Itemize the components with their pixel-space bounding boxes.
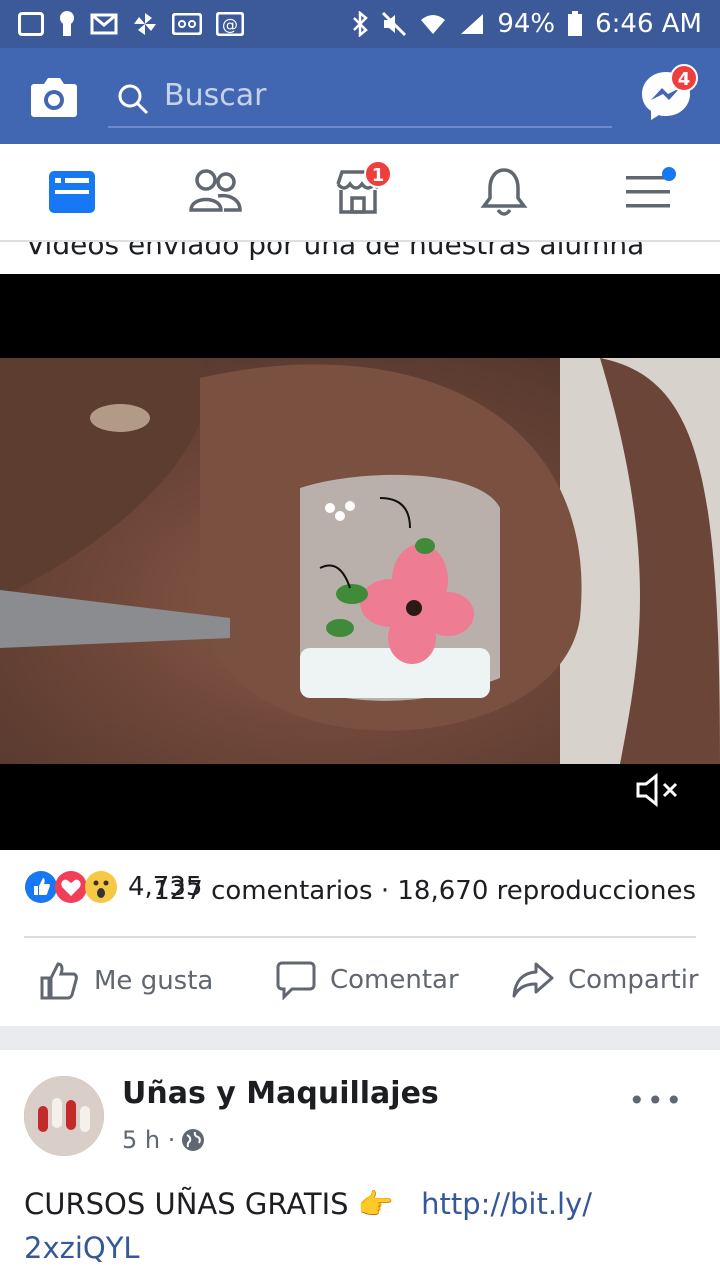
- comment-label: Comentar: [330, 965, 459, 995]
- camera-icon[interactable]: [30, 74, 78, 118]
- bell-icon: [480, 168, 528, 216]
- signal-icon: [461, 14, 484, 34]
- avatar-image: [24, 1076, 104, 1156]
- svg-text:@: @: [222, 15, 238, 34]
- keyhole-icon: [60, 11, 74, 36]
- pinwheel-icon: [134, 13, 156, 35]
- tab-news-feed[interactable]: [46, 166, 106, 218]
- search-input[interactable]: Buscar: [108, 74, 612, 128]
- post-footer: 4,735 127 comentarios · 18,670 reproducc…: [0, 850, 720, 1026]
- tab-menu[interactable]: [622, 166, 682, 218]
- tab-notifications[interactable]: [478, 166, 538, 218]
- nav-bar: 1: [0, 144, 720, 242]
- post-link-part1: http://bit.ly/: [421, 1187, 593, 1221]
- like-button[interactable]: Me gusta: [38, 960, 213, 1002]
- top-bar: Buscar 4: [0, 48, 720, 144]
- status-bar: @ 94% 6:46 AM: [0, 0, 720, 48]
- post-time: 5 h ·: [122, 1126, 176, 1154]
- comment-button[interactable]: Comentar: [276, 960, 459, 1000]
- tab-friends[interactable]: [188, 166, 248, 218]
- messenger-badge: 4: [670, 64, 698, 92]
- mail-icon: [90, 13, 118, 35]
- share-arrow-icon: [512, 962, 554, 998]
- tab-marketplace[interactable]: 1: [332, 160, 392, 218]
- author-name[interactable]: Uñas y Maquillajes: [122, 1076, 439, 1111]
- comments-views-stats[interactable]: 127 comentarios · 18,670 reproducciones: [153, 876, 696, 906]
- avatar[interactable]: [24, 1076, 104, 1156]
- love-reaction-icon: [55, 871, 87, 903]
- mute-video-icon[interactable]: [636, 770, 680, 810]
- thumbs-up-icon: [40, 962, 78, 1000]
- more-options-button[interactable]: •••: [628, 1084, 684, 1117]
- post-caption-partial: Videos enviado por una de nuestras alumn…: [0, 242, 720, 274]
- hamburger-menu-icon: [626, 167, 676, 208]
- post-body: CURSOS UÑAS GRATIS: [24, 1187, 349, 1221]
- video-player[interactable]: [0, 274, 720, 850]
- search-icon: [118, 84, 149, 115]
- post-caption-text: Videos enviado por una de nuestras alumn…: [26, 242, 645, 261]
- bluetooth-icon: [353, 11, 369, 37]
- divider: [24, 936, 696, 938]
- at-sign-icon: @: [216, 12, 244, 36]
- messenger-button[interactable]: 4: [640, 64, 698, 122]
- like-label: Me gusta: [94, 966, 214, 996]
- mute-icon: [382, 11, 407, 37]
- battery-percent: 94%: [497, 9, 556, 39]
- battery-icon: [568, 11, 583, 36]
- like-reaction-icon: [25, 871, 57, 903]
- search-placeholder: Buscar: [164, 78, 267, 113]
- wifi-icon: [421, 15, 446, 34]
- post-text: CURSOS UÑAS GRATIS 👉 http://bit.ly/2xziQ…: [24, 1182, 664, 1270]
- wow-reaction-icon: [85, 871, 117, 903]
- post-timestamp: 5 h ·: [122, 1126, 205, 1154]
- news-feed-icon: [49, 171, 95, 213]
- clock: 6:46 AM: [595, 9, 702, 39]
- share-label: Compartir: [568, 965, 699, 995]
- globe-icon: [182, 1129, 205, 1151]
- share-button[interactable]: Compartir: [512, 960, 699, 1000]
- video-frame: [0, 358, 720, 764]
- video-thumbnail-illustration: [0, 358, 720, 764]
- voicemail-icon: [172, 13, 202, 35]
- friends-icon: [189, 169, 242, 212]
- pointing-hand-emoji: 👉: [357, 1187, 394, 1221]
- post-link-part2: 2xziQYL: [24, 1231, 140, 1265]
- post-card: Uñas y Maquillajes 5 h · ••• CURSOS UÑAS…: [0, 1050, 720, 1280]
- gallery-icon: [18, 12, 44, 36]
- marketplace-badge: 1: [364, 160, 392, 188]
- comment-bubble-icon: [276, 961, 316, 1000]
